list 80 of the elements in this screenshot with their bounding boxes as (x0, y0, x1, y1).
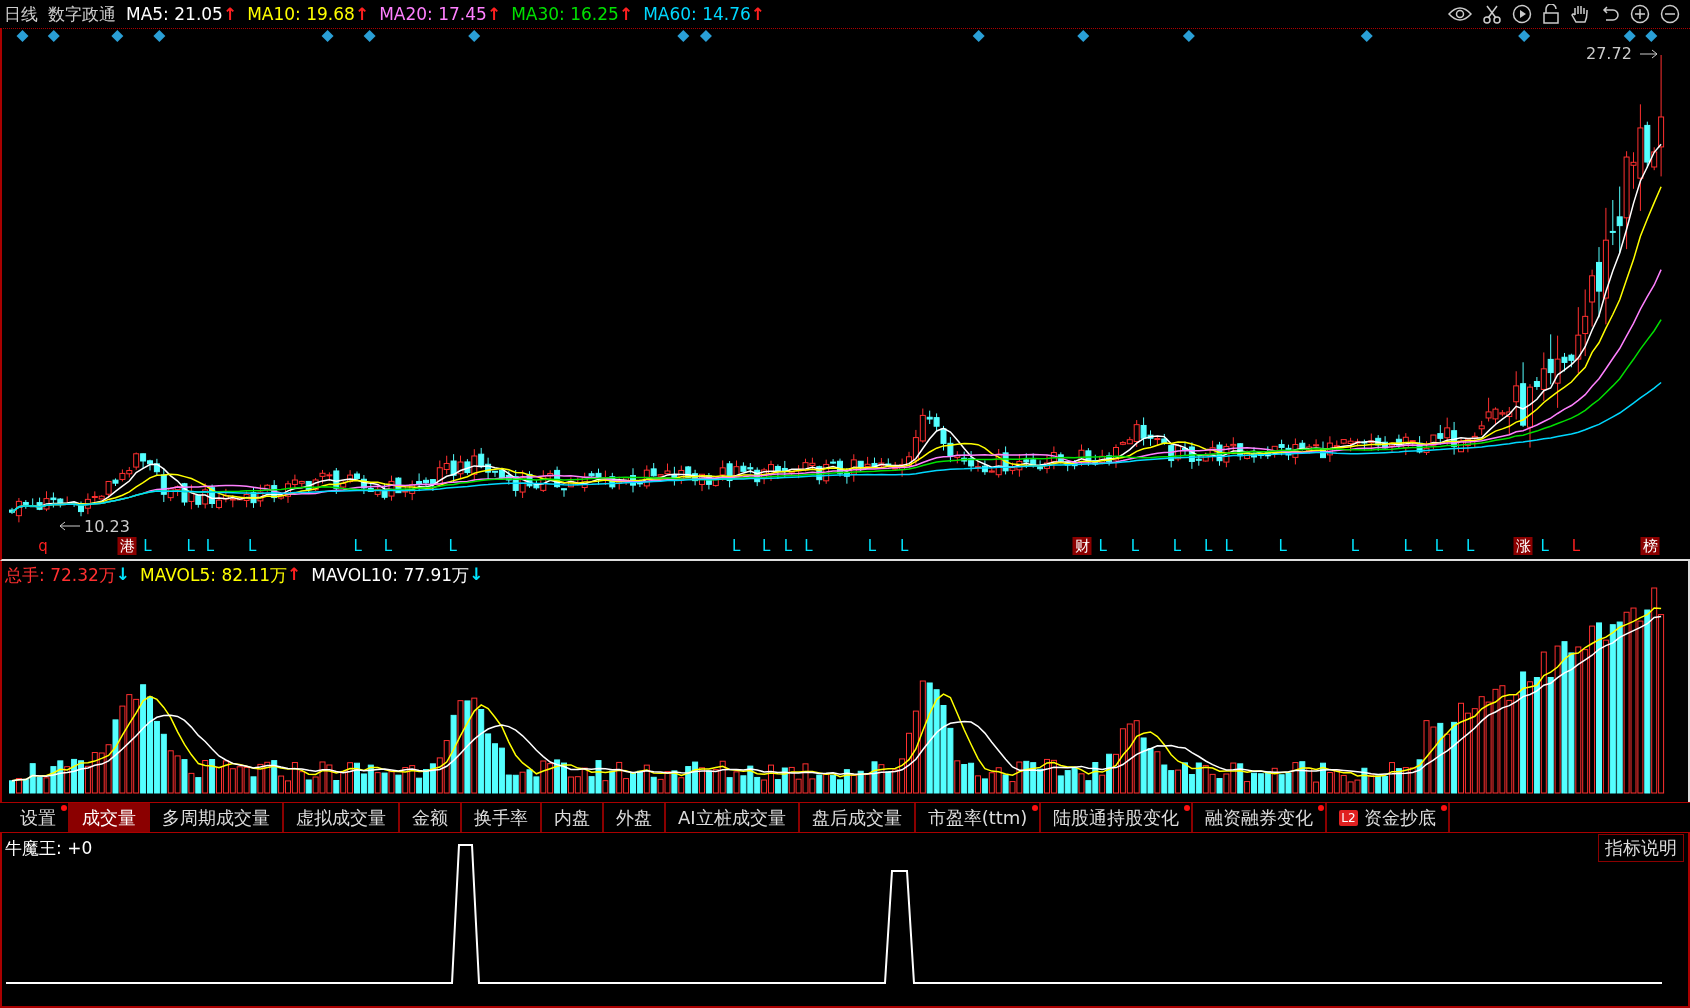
signal-letter: L (205, 537, 215, 555)
signal-letter: L (1204, 537, 1213, 555)
trend-arrow: ↑ (287, 564, 302, 586)
trend-arrow: ↑ (486, 4, 502, 24)
signal-letter: L (1172, 537, 1182, 555)
signal-letter: L (900, 537, 909, 555)
signal-letter: L (353, 537, 362, 555)
diamond-icon (363, 30, 376, 42)
trend-arrow: ↑ (750, 4, 766, 24)
eye-icon[interactable] (1448, 6, 1472, 22)
signal-letter: L (1571, 537, 1581, 555)
lock-icon[interactable] (1542, 4, 1560, 24)
signal-letter: L (186, 537, 195, 555)
signal-letter: L (1466, 537, 1475, 555)
signal-letter: L (143, 537, 152, 555)
undo-icon[interactable] (1600, 4, 1620, 24)
signal-letter: L (783, 537, 793, 555)
signal-badge: 涨 (1513, 537, 1533, 555)
trend-arrow: ↑ (354, 4, 370, 24)
trend-arrow: ↑ (222, 4, 238, 24)
volume-stat: 总手: 72.32万 (5, 564, 116, 587)
chart-period: 日线 (4, 2, 38, 26)
signal-letter: L (1130, 537, 1140, 555)
diamond-icon (153, 30, 166, 42)
indicator-value: 牛魔王: +0 (4, 836, 93, 860)
scissors-icon[interactable] (1482, 4, 1502, 24)
ma-value: MA5: 21.05 (126, 4, 223, 24)
signal-letter: L (1098, 537, 1107, 555)
trend-arrow: ↓ (469, 564, 484, 586)
zoom-out-icon[interactable] (1660, 4, 1680, 24)
play-icon[interactable] (1512, 4, 1532, 24)
stock-name: 数字政通 (48, 2, 116, 26)
signal-letter: L (804, 537, 813, 555)
ma-value: MA60: 14.76 (643, 4, 751, 24)
signal-letter: L (383, 537, 393, 555)
trend-arrow: ↑ (618, 4, 634, 24)
signal-letter: L (448, 537, 457, 555)
diamond-icon (972, 30, 985, 42)
price-label: 27.72 (1586, 46, 1632, 62)
trend-arrow: ↓ (115, 564, 131, 586)
hand-icon[interactable] (1570, 4, 1590, 24)
signal-letter: L (247, 537, 257, 555)
diamond-icon (677, 30, 690, 42)
signal-letter: q (38, 537, 48, 555)
signal-badge: 财 (1072, 537, 1092, 555)
diamond-icon (1077, 30, 1090, 42)
signal-badge: 港 (117, 537, 137, 555)
price-label: 10.23 (84, 519, 130, 535)
diamond-icon (47, 30, 60, 42)
leader-line (1639, 49, 1658, 59)
diamond-icon (1518, 30, 1531, 42)
ma-value: MA30: 16.25 (511, 4, 619, 24)
diamond-icon (111, 30, 124, 42)
volume-stat: MAVOL5: 82.11万 (140, 564, 288, 587)
signal-badge: 榜 (1640, 537, 1660, 555)
volume-stat: MAVOL10: 77.91万 (311, 564, 470, 587)
signal-letter: L (1350, 537, 1360, 555)
signal-letter: L (1540, 537, 1549, 555)
diamond-icon (321, 30, 334, 42)
ma-value: MA10: 19.68 (247, 4, 355, 24)
level-badge: L2 (1339, 809, 1358, 826)
signal-letter: L (1434, 537, 1444, 555)
diamond-icon (1182, 30, 1195, 42)
diamond-icon (1623, 30, 1636, 42)
diamond-icon (1645, 30, 1658, 42)
signal-letter: L (731, 537, 741, 555)
diamond-icon (468, 30, 481, 42)
leader-line (59, 521, 81, 531)
signal-letter: L (762, 537, 771, 555)
ma-value: MA20: 17.45 (379, 4, 487, 24)
signal-letter: L (1224, 537, 1233, 555)
indicator-help-button[interactable]: 指标说明 (1598, 834, 1684, 862)
diamond-icon (1360, 30, 1373, 42)
indicator-tab[interactable]: 成交量 (70, 803, 150, 832)
diamond-icon (699, 30, 712, 42)
signal-letter: L (1403, 537, 1412, 555)
zoom-in-icon[interactable] (1630, 4, 1650, 24)
diamond-icon (16, 30, 29, 42)
signal-letter: L (1278, 537, 1287, 555)
signal-letter: L (867, 537, 877, 555)
